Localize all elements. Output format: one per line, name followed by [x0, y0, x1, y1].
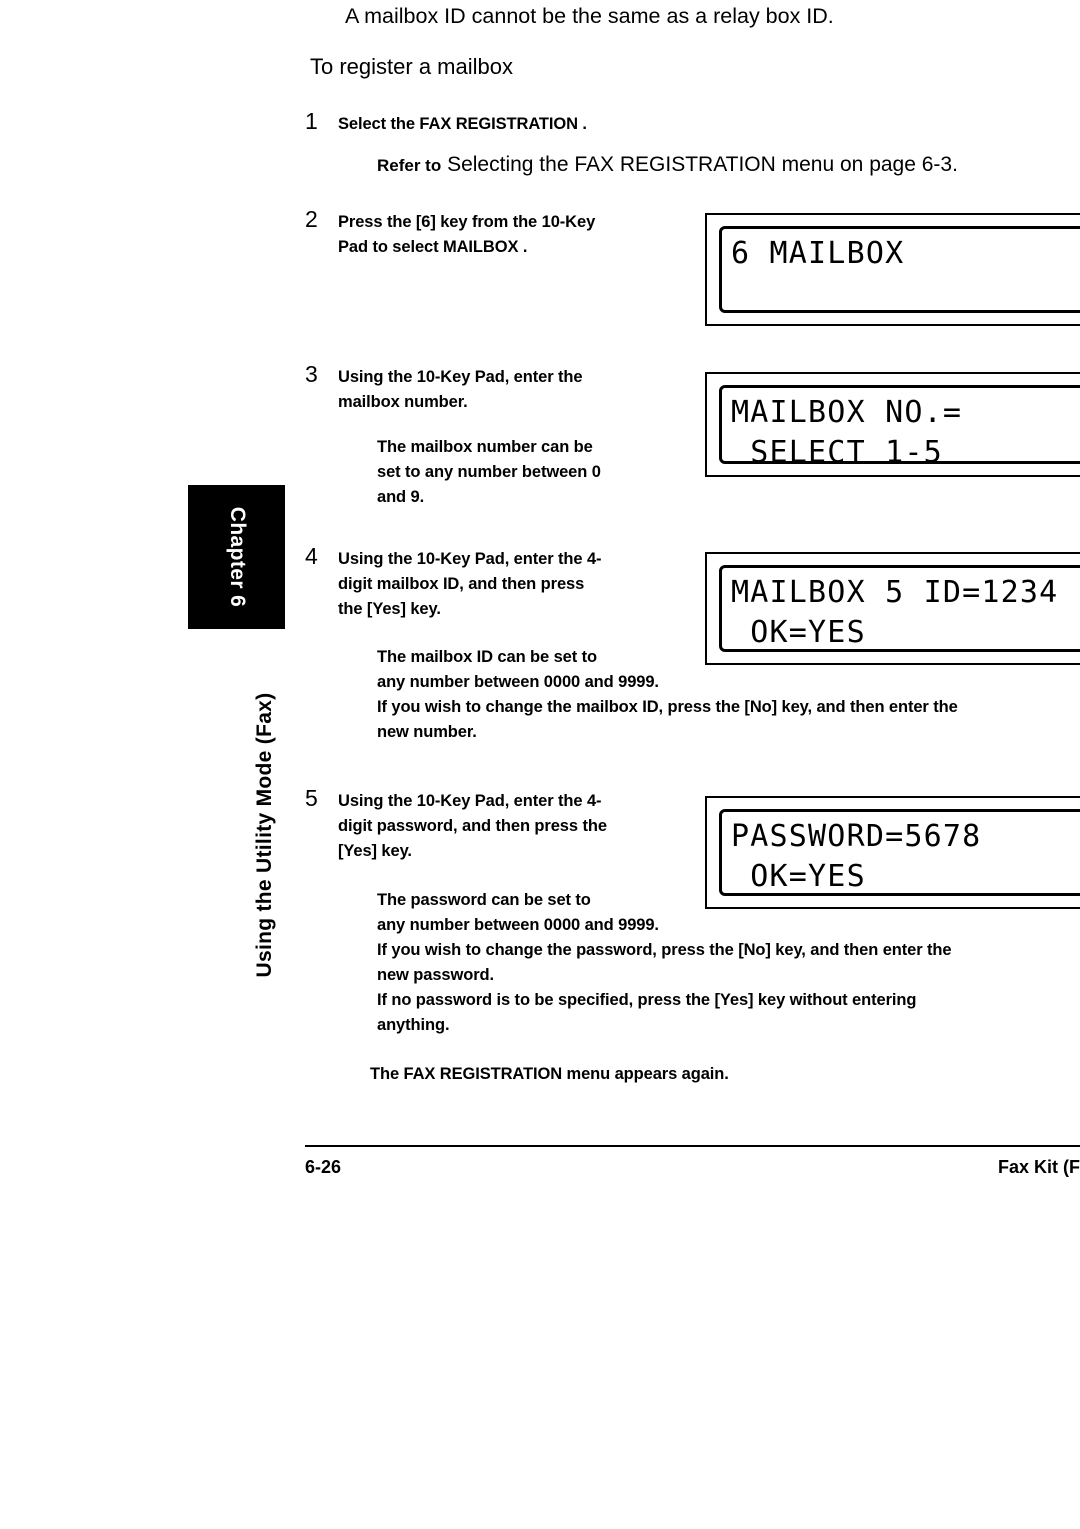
step-5-result-note: The FAX REGISTRATION menu appears again. [370, 1065, 729, 1083]
lcd-line-2: SELECT 1-5 [731, 435, 943, 464]
step-text: Using the 10-Key Pad, enter the 4- digit… [338, 547, 688, 622]
chapter-tab-label: Chapter 6 [225, 506, 249, 608]
note-line: If you wish to change the password, pres… [377, 941, 952, 959]
step-number: 2 [305, 206, 318, 232]
step-text: Using the 10-Key Pad, enter the mailbox … [338, 365, 688, 415]
note-line: new number. [377, 723, 477, 741]
lcd-line-2: OK=YES [731, 859, 866, 894]
chapter-tab: Chapter 6 [188, 485, 285, 629]
lcd-panel-mailbox-id: MAILBOX 5 ID=1234 OK=YES [705, 552, 1080, 665]
note-line: and 9. [377, 488, 425, 506]
lcd-screen: 6 MAILBOX [719, 226, 1080, 313]
footer-product-name: Fax Kit (F [997, 1157, 1080, 1177]
step-number: 5 [305, 785, 318, 811]
lcd-panel-password: PASSWORD=5678 OK=YES [705, 796, 1080, 909]
note-line: new password. [377, 966, 494, 984]
lcd-screen: PASSWORD=5678 OK=YES [719, 809, 1080, 896]
note-line: any number between 0000 and 9999. [377, 916, 659, 934]
step-line: digit password, and then press the [338, 817, 607, 835]
step-line: Press the [6] key from the 10-Key [338, 213, 596, 231]
document-page: Chapter 6 Using the Utility Mode (Fax) A… [0, 0, 1080, 1529]
step-5-note: The password can be set to any number be… [377, 888, 1080, 1038]
note-line: If you wish to change the mailbox ID, pr… [377, 698, 958, 716]
lcd-line-1: MAILBOX NO.= [731, 395, 963, 430]
footer-page-number: 6-26 [305, 1157, 342, 1177]
step-number: 1 [305, 108, 318, 134]
lcd-line-1: 6 MAILBOX [731, 236, 905, 271]
lcd-line-1: MAILBOX 5 ID=1234 [731, 575, 1059, 610]
step-number: 4 [305, 543, 318, 569]
step-line: Pad to select MAILBOX . [338, 238, 528, 256]
lead-paragraph: A mailbox ID cannot be the same as a rel… [345, 4, 834, 28]
step-line: digit mailbox ID, and then press [338, 575, 585, 593]
step-line: the [Yes] key. [338, 600, 441, 618]
footer-divider [305, 1145, 1080, 1147]
note-line: anything. [377, 1016, 450, 1034]
lcd-screen: MAILBOX 5 ID=1234 OK=YES [719, 565, 1080, 652]
note-line: any number between 0000 and 9999. [377, 673, 659, 691]
step-line: Select the FAX REGISTRATION . [338, 115, 587, 133]
lcd-line-1: PASSWORD=5678 [731, 819, 982, 854]
section-heading: To register a mailbox [310, 54, 513, 79]
step-line: Using the 10-Key Pad, enter the [338, 368, 583, 386]
step-text: Using the 10-Key Pad, enter the 4- digit… [338, 789, 708, 864]
step-number: 3 [305, 361, 318, 387]
step-text: Select the FAX REGISTRATION . [338, 112, 758, 137]
lcd-screen: MAILBOX NO.= SELECT 1-5 [719, 385, 1080, 464]
cross-reference: Refer to Selecting the FAX REGISTRATION … [377, 153, 958, 177]
running-head-vertical: Using the Utility Mode (Fax) [253, 692, 276, 978]
lcd-line-2: OK=YES [731, 615, 866, 650]
step-line: Using the 10-Key Pad, enter the 4- [338, 550, 602, 568]
step-text: Press the [6] key from the 10-Key Pad to… [338, 210, 688, 260]
step-line: [Yes] key. [338, 842, 412, 860]
refer-to-label: Refer to [377, 156, 442, 175]
step-line: Using the 10-Key Pad, enter the 4- [338, 792, 602, 810]
refer-to-target: Selecting the FAX REGISTRATION menu on p… [447, 153, 958, 176]
note-line: If no password is to be specified, press… [377, 991, 917, 1009]
lcd-panel-mailbox-number: MAILBOX NO.= SELECT 1-5 [705, 372, 1080, 477]
step-line: mailbox number. [338, 393, 468, 411]
lcd-panel-mailbox-menu: 6 MAILBOX [705, 213, 1080, 326]
